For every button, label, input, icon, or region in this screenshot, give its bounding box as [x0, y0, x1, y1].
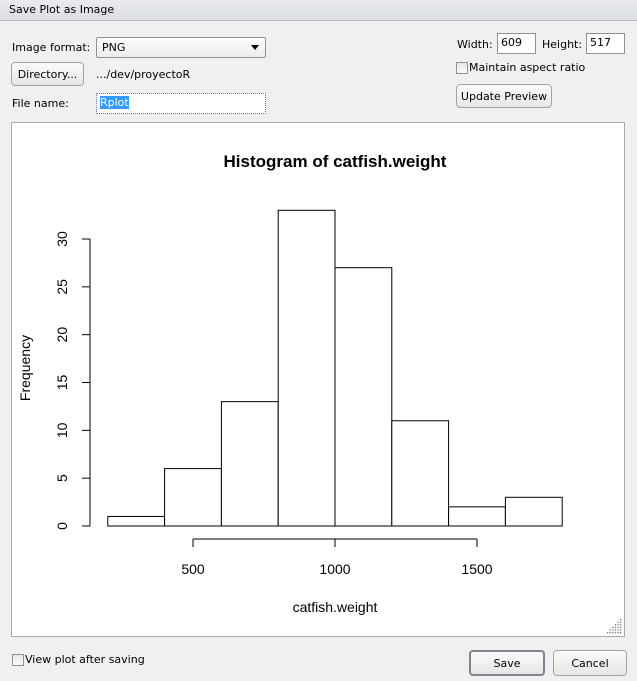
resize-grip-icon[interactable] — [605, 617, 623, 635]
plot-preview: Histogram of catfish.weight catfish.weig… — [11, 122, 625, 637]
directory-path: .../dev/proyectoR — [96, 68, 191, 81]
update-preview-button[interactable]: Update Preview — [456, 84, 552, 108]
histogram-bar — [164, 468, 222, 527]
histogram-bar — [277, 209, 336, 527]
file-name-label: File name: — [12, 97, 69, 110]
chevron-down-icon — [251, 45, 259, 50]
maintain-aspect-checkbox[interactable] — [456, 62, 468, 74]
histogram-bar — [391, 420, 450, 527]
y-tick-label: 25 — [54, 279, 70, 295]
histogram-bar — [220, 401, 279, 527]
view-after-saving-checkbox[interactable] — [12, 654, 24, 666]
histogram-bar — [448, 506, 506, 527]
view-after-saving-label: View plot after saving — [25, 653, 145, 666]
image-format-select[interactable]: PNG — [96, 37, 266, 58]
histogram-chart: Histogram of catfish.weight catfish.weig… — [17, 152, 563, 615]
maintain-aspect-label: Maintain aspect ratio — [469, 61, 586, 74]
y-tick-label: 30 — [54, 231, 70, 247]
width-label: Width: — [457, 38, 493, 51]
height-input[interactable]: 517 — [586, 33, 625, 54]
file-name-value: Rplot — [100, 96, 129, 109]
cancel-button[interactable]: Cancel — [553, 650, 627, 676]
chart-title: Histogram of catfish.weight — [224, 152, 447, 171]
window-title: Save Plot as Image — [9, 3, 115, 16]
file-name-input[interactable]: Rplot — [96, 93, 266, 114]
histogram-bar — [334, 267, 393, 527]
x-tick-label: 1500 — [461, 561, 492, 577]
image-format-label: Image format: — [12, 41, 91, 54]
image-format-value: PNG — [102, 41, 126, 54]
histogram-bar — [107, 515, 166, 527]
height-label: Height: — [542, 38, 583, 51]
histogram-bar — [504, 496, 563, 527]
width-input[interactable]: 609 — [497, 33, 536, 54]
y-tick-label: 10 — [54, 422, 70, 438]
y-tick-label: 15 — [54, 375, 70, 391]
save-button[interactable]: Save — [469, 650, 545, 676]
y-axis-label: Frequency — [17, 335, 33, 401]
title-bar: Save Plot as Image — [0, 0, 637, 21]
x-axis-label: catfish.weight — [293, 599, 378, 615]
y-tick-label: 0 — [54, 522, 70, 530]
y-tick-label: 5 — [54, 474, 70, 482]
x-tick-label: 500 — [181, 561, 205, 577]
y-tick-label: 20 — [54, 327, 70, 343]
directory-button[interactable]: Directory... — [11, 62, 84, 86]
x-tick-label: 1000 — [319, 561, 350, 577]
